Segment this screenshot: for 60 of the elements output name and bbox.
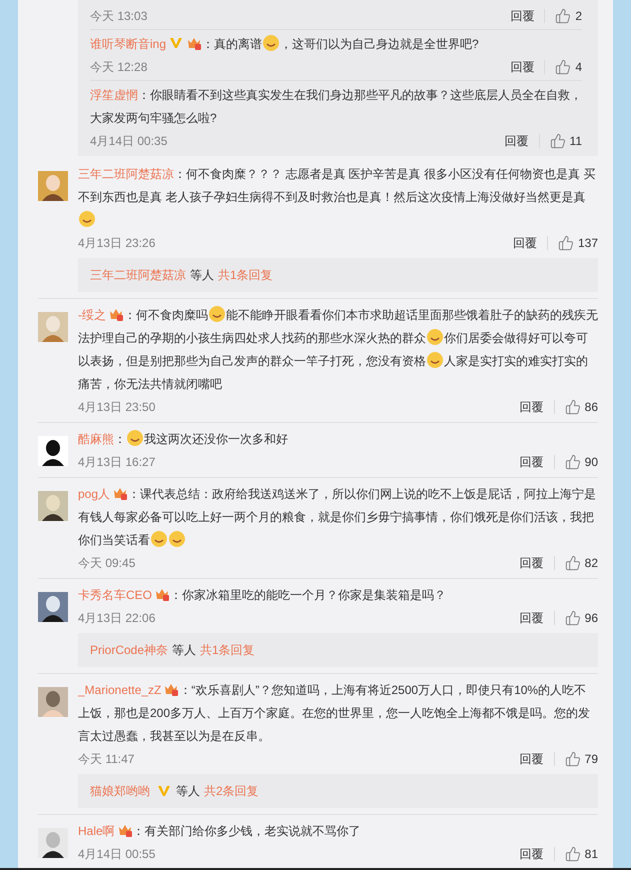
others-label: 等人: [172, 642, 196, 658]
reply-link[interactable]: 回覆: [512, 234, 537, 252]
timestamp: 4月13日 23:50: [78, 398, 156, 416]
comment-text: -绥之 ：何不食肉糜吗 能不能睁开眼看看你们本市求助超话里面那些饿着肚子的缺药的残疾无法护理自己的孕期的小孩生病四处求人找药的那些水深火热的群众 你们居委会做得好可以夸可以表扬，但是别把那些为自己发声的群众一竿子打死，您没有资格 人家是实打实的难实打实的痛苦，你无法共情就闭嘴吧: [78, 304, 598, 396]
like-button[interactable]: 4: [555, 59, 582, 75]
reply-link[interactable]: 回覆: [520, 610, 544, 626]
timestamp: 今天 12:28: [90, 58, 148, 76]
reply-link[interactable]: 回覆: [520, 454, 544, 470]
emoji-icon: [426, 351, 444, 369]
thumbs-up-icon: [564, 751, 581, 767]
thumbs-up-icon: [558, 235, 574, 251]
thumbs-up-icon: [555, 8, 572, 24]
like-button[interactable]: 2: [555, 8, 582, 24]
reply-link[interactable]: 回覆: [520, 846, 544, 862]
reply-link[interactable]: 回覆: [510, 8, 534, 24]
like-button[interactable]: 86: [564, 399, 598, 415]
comment-text: 谁听琴断音ing ：真的离谱 ，这哥们以为自己身边就是全世界吧?: [90, 33, 582, 56]
others-label: 等人: [190, 266, 214, 284]
reply-link[interactable]: 回覆: [510, 58, 534, 76]
timestamp: 今天 11:47: [78, 750, 136, 768]
timestamp: 4月13日 16:27: [78, 454, 156, 470]
like-button[interactable]: 96: [564, 610, 598, 626]
emoji-icon: [150, 530, 168, 548]
like-button[interactable]: 90: [564, 454, 598, 470]
thumbs-up-icon: [550, 133, 566, 149]
comment-text: 卡秀名车CEO ：你家冰箱里吃的能吃一个月？你家是集装箱是吗？: [78, 585, 448, 604]
thumbs-up-icon: [555, 59, 572, 75]
emoji-icon: [426, 328, 444, 346]
reply-link[interactable]: 回覆: [520, 554, 544, 572]
reply-link[interactable]: 回覆: [520, 398, 544, 416]
emoji-icon: [126, 429, 144, 447]
comment-text: 酷麻熊： 我这两次还没你一次多和好: [78, 428, 598, 451]
comment-text: _Marionette_zZ ：“欢乐喜剧人”？您知道吗，上海有将近2500万人口，即使只有10%的人吃不上饭，那也是200多万人、上百万个家庭。在您的世界里，您一人吃饱全上海都不饿是吗。您的发言太过愚蠢，我甚至以为是在反串。: [78, 680, 592, 745]
comment-text: 浮笙虚惘：你眼睛看不到这些真实发生在我们身边那些平凡的故事？这些底层人员全在自救，大家发两句牢骚怎么啦?: [90, 87, 582, 127]
reply-link[interactable]: 回覆: [520, 750, 544, 768]
like-button[interactable]: 137: [558, 235, 598, 251]
thumbs-up-icon: [564, 846, 581, 862]
like-button[interactable]: 81: [564, 846, 598, 862]
timestamp: 今天 13:03: [90, 8, 148, 24]
emoji-icon: [208, 305, 226, 323]
comment-text: pog人 ：课代表总结：政府给我送鸡送米了，所以你们网上说的吃不上饭是屁话，阿拉上海宁是有钱人每家必备可以吃上好一两个月的粮食，就是你们乡毋宁搞事情，你们饿死是你们活该，我把你们当笑话看: [78, 484, 598, 550]
thumbs-up-icon: [564, 555, 581, 571]
like-button[interactable]: 11: [550, 133, 582, 149]
emoji-icon: [78, 210, 96, 228]
like-button[interactable]: 82: [564, 555, 598, 571]
reply-link[interactable]: 回覆: [504, 132, 529, 150]
timestamp: 4月14日 00:35: [90, 132, 168, 150]
comment-text: Hale啊 ：有关部门给你多少钱，老实说就不骂你了: [78, 821, 362, 840]
timestamp: 今天 09:45: [78, 554, 136, 572]
thumbs-up-icon: [564, 610, 581, 626]
timestamp: 4月13日 22:06: [78, 610, 156, 626]
others-label: 等人: [176, 782, 200, 800]
like-button[interactable]: 79: [564, 751, 598, 767]
timestamp: 4月14日 00:55: [78, 846, 156, 862]
emoji-icon: [262, 34, 280, 52]
thumbs-up-icon: [564, 399, 581, 415]
emoji-icon: [168, 530, 186, 548]
thumbs-up-icon: [564, 454, 581, 470]
timestamp: 4月13日 23:26: [78, 234, 156, 252]
comment-text: 三年二班阿楚菇凉：何不食肉糜？？？ 志愿者是真 医护辛苦是真 很多小区没有任何物资也是真 买不到东西也是真 老人孩子孕妇生病得不到及时救治也是真！然后这次疫情上海没做好当然更是真: [78, 163, 598, 232]
